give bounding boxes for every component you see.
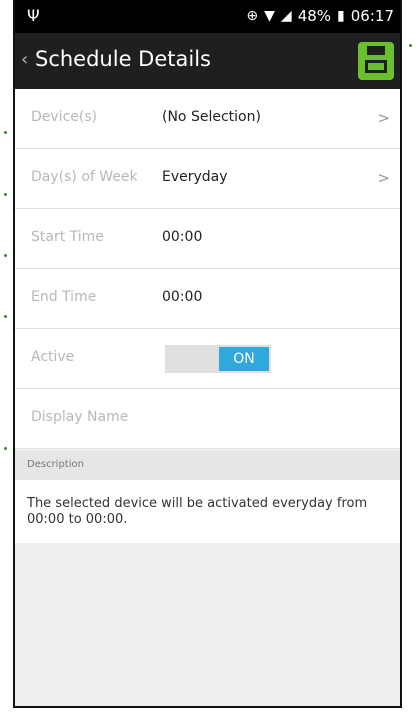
app-bar: ‹ Schedule Details bbox=[15, 33, 400, 89]
battery-icon: ▮ bbox=[337, 8, 345, 24]
row-start-time[interactable]: Start Time 00:00 bbox=[15, 209, 400, 269]
status-icons: ⊕ ▼ ◢ 48% ▮ 06:17 bbox=[246, 7, 394, 25]
signal-icon: ◢ bbox=[280, 8, 292, 24]
row-end-time[interactable]: End Time 00:00 bbox=[15, 269, 400, 329]
description-body: The selected device will be activated ev… bbox=[15, 480, 400, 543]
row-label: Start Time bbox=[31, 229, 104, 245]
save-icon bbox=[367, 46, 385, 55]
row-value: 00:00 bbox=[162, 289, 203, 305]
row-days-of-week[interactable]: Day(s) of Week Everyday > bbox=[15, 149, 400, 209]
status-time: 06:17 bbox=[350, 7, 394, 25]
marker-dot bbox=[4, 254, 7, 257]
chevron-left-icon[interactable]: ‹ bbox=[21, 49, 28, 70]
chevron-right-icon: > bbox=[377, 169, 390, 187]
marker-dot bbox=[4, 447, 7, 450]
schedule-form: Device(s) (No Selection) > Day(s) of Wee… bbox=[15, 89, 400, 449]
wifi-icon: ▼ bbox=[264, 8, 275, 24]
row-value: 00:00 bbox=[162, 229, 203, 245]
row-label: Device(s) bbox=[31, 109, 98, 125]
marker-dot bbox=[409, 44, 412, 47]
battery-percent: 48% bbox=[297, 7, 332, 25]
usb-icon: Ψ bbox=[27, 6, 40, 25]
active-toggle[interactable]: ON bbox=[165, 345, 271, 373]
display-name-field[interactable]: Display Name bbox=[31, 409, 128, 425]
row-devices[interactable]: Device(s) (No Selection) > bbox=[15, 89, 400, 149]
marker-dot bbox=[4, 131, 7, 134]
description-header-label: Description bbox=[27, 459, 84, 470]
data-saver-icon: ⊕ bbox=[246, 8, 259, 24]
row-display-name[interactable]: Display Name bbox=[15, 389, 400, 449]
page-title: Schedule Details bbox=[35, 47, 211, 71]
save-button[interactable] bbox=[358, 42, 394, 80]
toggle-on-label: ON bbox=[219, 347, 269, 371]
row-value: (No Selection) bbox=[162, 109, 261, 125]
description-header: Description bbox=[15, 451, 400, 480]
chevron-right-icon: > bbox=[377, 109, 390, 127]
row-label: Active bbox=[31, 349, 75, 365]
description-text: The selected device will be activated ev… bbox=[27, 496, 368, 527]
row-value: Everyday bbox=[162, 169, 228, 185]
marker-dot bbox=[4, 193, 7, 196]
row-label: Day(s) of Week bbox=[31, 169, 138, 185]
marker-dot bbox=[4, 315, 7, 318]
row-active: Active ON bbox=[15, 329, 400, 389]
status-bar: Ψ ⊕ ▼ ◢ 48% ▮ 06:17 bbox=[15, 0, 400, 33]
phone-frame: Ψ ⊕ ▼ ◢ 48% ▮ 06:17 ‹ Schedule Details D… bbox=[13, 0, 402, 708]
row-label: End Time bbox=[31, 289, 97, 305]
